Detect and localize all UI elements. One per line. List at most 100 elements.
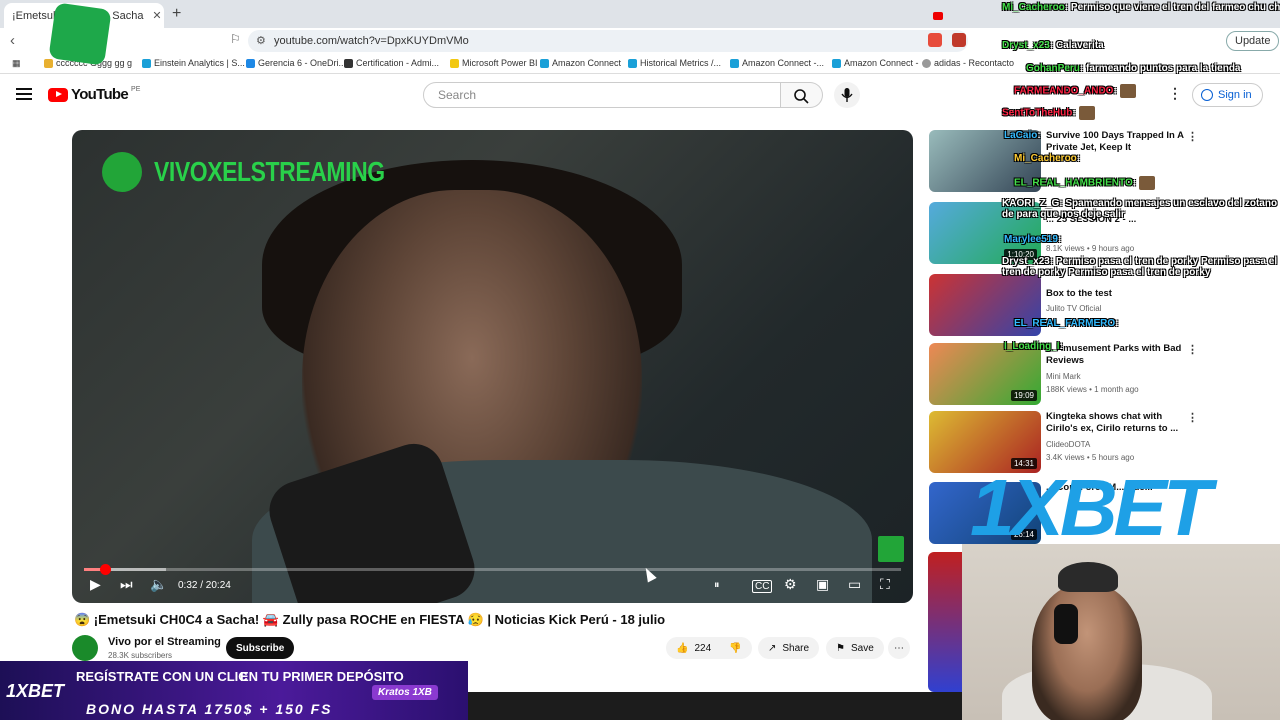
cloud-icon bbox=[730, 58, 739, 68]
banner-line-2: EN TU PRIMER DEPÓSITO bbox=[240, 669, 404, 684]
new-tab-icon[interactable]: + bbox=[172, 5, 181, 23]
close-tab-icon[interactable]: ✕ bbox=[150, 9, 164, 22]
next-icon[interactable]: ⏭ bbox=[120, 576, 133, 593]
globe-icon bbox=[922, 58, 931, 68]
theater-mode-icon[interactable]: ▭ bbox=[848, 576, 861, 593]
bookmark-label: Amazon Connect - bbox=[844, 58, 919, 68]
chat-message: SentToTheHub: bbox=[1002, 106, 1095, 120]
hamburger-menu-icon[interactable] bbox=[16, 88, 32, 100]
subscribe-label: Subscribe bbox=[236, 642, 285, 654]
cloud-icon bbox=[628, 58, 637, 68]
bookmark-item[interactable]: Amazon Connect -... bbox=[730, 58, 824, 68]
recommendation-meta: 3.4K views • 5 hours ago bbox=[1046, 453, 1135, 462]
captions-icon[interactable]: CC bbox=[752, 580, 773, 593]
thumbs-up-icon[interactable]: 👍 bbox=[676, 643, 688, 654]
recommendation-title[interactable]: Kingteka shows chat with Cirilo's ex, Ci… bbox=[1046, 411, 1186, 435]
chat-text: : bbox=[1076, 153, 1081, 164]
share-button[interactable]: ↗ Share bbox=[758, 637, 820, 659]
thumbs-down-icon[interactable]: 👎 bbox=[729, 643, 741, 654]
bookmark-icon[interactable]: ⚐ bbox=[230, 32, 241, 46]
buffer-bar bbox=[84, 568, 166, 571]
scrubber-handle[interactable] bbox=[100, 564, 112, 575]
recommendation-meta: 188K views • 1 month ago bbox=[1046, 385, 1139, 394]
chat-username: SentToTheHub bbox=[1002, 107, 1073, 119]
cloud-icon bbox=[142, 58, 151, 68]
cloud-icon bbox=[540, 58, 549, 68]
settings-gear-icon[interactable]: ⚙ bbox=[784, 576, 797, 593]
bookmark-item[interactable]: Einstein Analytics | S... bbox=[142, 58, 245, 68]
search-placeholder: Search bbox=[438, 88, 477, 102]
chat-username: EL_REAL_HAMBRIENTO bbox=[1014, 177, 1133, 189]
recommendation-channel[interactable]: ClideoDOTA bbox=[1046, 440, 1090, 449]
extension-icon[interactable] bbox=[928, 33, 942, 47]
recommendation-channel[interactable]: Mini Mark bbox=[1046, 372, 1081, 381]
video-thumbnail[interactable]: 19:09 bbox=[929, 343, 1041, 405]
bookmark-item[interactable]: Microsoft Power BI bbox=[450, 58, 538, 68]
more-options-icon[interactable]: ⋮ bbox=[1187, 411, 1198, 424]
bookmark-item[interactable]: Amazon Connect bbox=[540, 58, 621, 68]
miniplayer-icon[interactable]: ▣ bbox=[816, 576, 829, 593]
chat-text: : bbox=[1113, 85, 1117, 97]
youtube-play-icon bbox=[48, 87, 68, 102]
chat-message: EL_REAL_FARMERO: bbox=[1014, 318, 1118, 329]
chat-message: KAORI_Z_G: Spameando mensajes un esclavo… bbox=[1002, 198, 1280, 220]
video-player[interactable]: VIVOXELSTREAMING ▶ ⏭ 🔈 0:32 / 20:24 ⏸ CC… bbox=[72, 130, 913, 603]
save-button[interactable]: ⚑ Save bbox=[826, 637, 884, 659]
chat-message: EL_REAL_HAMBRIENTO: bbox=[1014, 176, 1155, 190]
volume-icon[interactable]: 🔈 bbox=[150, 576, 167, 593]
address-bar[interactable]: ⚙ youtube.com/watch?v=DpxKUYDmVMo bbox=[248, 30, 968, 52]
region-code: PE bbox=[131, 86, 141, 93]
chat-text: : bbox=[1115, 318, 1119, 329]
search-button[interactable] bbox=[781, 82, 823, 108]
channel-branding-icon[interactable] bbox=[878, 536, 904, 562]
apps-icon[interactable]: ▦ bbox=[12, 58, 21, 69]
play-icon[interactable]: ▶ bbox=[90, 576, 101, 593]
more-actions-button[interactable]: ⋯ bbox=[888, 637, 910, 659]
progress-bar[interactable] bbox=[84, 564, 901, 575]
chat-text: : bbox=[1132, 177, 1137, 189]
search-icon bbox=[794, 89, 809, 104]
url-text: youtube.com/watch?v=DpxKUYDmVMo bbox=[274, 35, 469, 47]
chat-message: I_Loading_I: bbox=[1004, 341, 1063, 352]
bookmark-item[interactable]: Amazon Connect - bbox=[832, 58, 919, 68]
chat-text: : Calaverita bbox=[1049, 40, 1104, 51]
back-icon[interactable]: ‹ bbox=[10, 32, 15, 49]
sponsor-banner: 1XBET REGÍSTRATE CON UN CLIC EN TU PRIME… bbox=[0, 661, 468, 720]
more-options-icon[interactable]: ⋮ bbox=[1187, 343, 1198, 356]
bookmark-label: Amazon Connect bbox=[552, 58, 622, 68]
chat-message: FARMEANDO_ANDO: bbox=[1014, 84, 1136, 98]
youtube-logo[interactable]: YouTube PE bbox=[48, 86, 140, 103]
bookmark-label: Historical Metrics /... bbox=[640, 58, 722, 68]
mic-glyph bbox=[841, 88, 853, 102]
autoplay-toggle-icon[interactable]: ⏸ bbox=[714, 579, 720, 592]
subscribe-button[interactable]: Subscribe bbox=[226, 637, 295, 659]
save-label: Save bbox=[850, 642, 874, 654]
microphone-icon[interactable] bbox=[834, 82, 860, 108]
chat-username: EL_REAL_FARMERO bbox=[1014, 318, 1116, 329]
search-input[interactable]: Search bbox=[423, 82, 781, 108]
recommendation-item[interactable]: 19:09 ... Amusement Parks with Bad Revie… bbox=[929, 343, 1259, 405]
chat-username: Dryst_x23 bbox=[1002, 256, 1050, 267]
bookmark-item[interactable]: Historical Metrics /... bbox=[628, 58, 721, 68]
chat-message: Marylee519: bbox=[1004, 234, 1061, 245]
os-taskbar bbox=[468, 692, 962, 720]
bookmark-item[interactable]: Certification - Admi... bbox=[344, 58, 439, 68]
chat-username: I_Loading_I bbox=[1004, 341, 1060, 352]
banner-line-1: REGÍSTRATE CON UN CLIC bbox=[76, 669, 248, 684]
subscriber-count: 28.3K subscribers bbox=[108, 651, 173, 660]
chat-message: Mi_Cacheroo: bbox=[1014, 153, 1080, 164]
bookmark-item[interactable]: Gerencia 6 - OneDri... bbox=[246, 58, 346, 68]
site-info-icon[interactable]: ⚙ bbox=[256, 34, 266, 47]
recommendation-title[interactable]: ... Amusement Parks with Bad Reviews bbox=[1046, 343, 1186, 367]
channel-name[interactable]: Vivo por el Streaming bbox=[108, 636, 221, 648]
channel-watermark-logo bbox=[102, 152, 142, 192]
extension-icon[interactable] bbox=[952, 33, 966, 47]
fullscreen-icon[interactable]: ⛶ bbox=[880, 576, 890, 593]
channel-avatar[interactable] bbox=[72, 635, 98, 661]
banner-tag: Kratos 1XB bbox=[372, 685, 438, 700]
bookmark-label: Amazon Connect -... bbox=[742, 58, 825, 68]
bookmark-label: Certification - Admi... bbox=[356, 58, 440, 68]
webcam-face bbox=[1032, 584, 1142, 720]
chat-username: GohanPeru bbox=[1026, 63, 1080, 74]
banner-line-3: BONO HASTA 1750$ + 150 FS bbox=[86, 701, 333, 717]
